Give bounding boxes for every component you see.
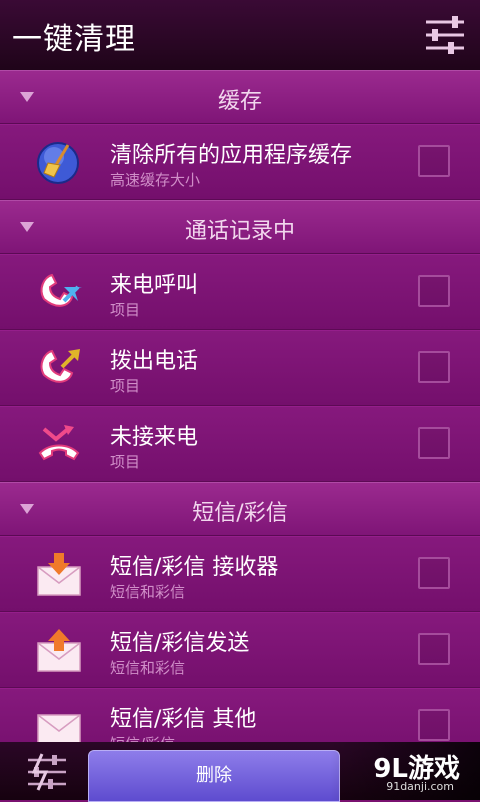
list-item-sms-sent[interactable]: 短信/彩信发送 短信和彩信	[0, 612, 480, 688]
watermark-url: 91danji.com	[386, 780, 454, 793]
item-subtitle: 高速缓存大小	[110, 171, 201, 189]
item-subtitle: 短信和彩信	[110, 659, 186, 677]
list-item-app-cache[interactable]: 清除所有的应用程序缓存 高速缓存大小	[0, 124, 480, 200]
list-item-outgoing-calls[interactable]: 拨出电话 项目	[0, 330, 480, 406]
item-checkbox[interactable]	[418, 709, 450, 741]
item-checkbox[interactable]	[418, 275, 450, 307]
list-item-missed-calls[interactable]: 未接来电 项目	[0, 406, 480, 482]
item-title: 短信/彩信发送	[110, 631, 250, 656]
page-title: 一键清理	[12, 22, 136, 57]
equalizer-settings-icon[interactable]	[422, 12, 468, 58]
item-subtitle: 项目	[110, 453, 141, 471]
item-checkbox[interactable]	[418, 633, 450, 665]
outgoing-call-icon	[40, 349, 80, 383]
broom-clean-icon	[37, 142, 79, 184]
section-header-call-log[interactable]: 通话记录中	[0, 200, 480, 254]
missed-call-icon	[38, 425, 80, 461]
delete-button[interactable]: 删除	[88, 750, 340, 802]
item-title: 拨出电话	[110, 349, 199, 374]
list-item-sms-inbox[interactable]: 短信/彩信 接收器 短信和彩信	[0, 536, 480, 612]
item-checkbox[interactable]	[418, 351, 450, 383]
section-header-cache[interactable]: 缓存	[0, 70, 480, 124]
sent-mail-icon	[37, 629, 81, 672]
item-checkbox[interactable]	[418, 427, 450, 459]
item-subtitle: 项目	[110, 301, 141, 319]
section-label: 缓存	[217, 89, 262, 114]
item-subtitle: 短信/彩信	[110, 733, 175, 742]
other-mail-icon	[37, 714, 81, 742]
cleanup-list: 缓存 清除所有的应用程序缓存 高速缓存大小 通话记录中 来电呼叫 项目 拨出电话…	[0, 70, 480, 742]
item-title: 未接来电	[110, 425, 199, 450]
item-title: 清除所有的应用程序缓存	[110, 143, 353, 168]
delete-button-label: 删除	[196, 765, 232, 786]
section-header-sms-mms[interactable]: 短信/彩信	[0, 482, 480, 536]
item-checkbox[interactable]	[418, 145, 450, 177]
incoming-call-icon	[40, 273, 82, 307]
inbox-mail-icon	[37, 553, 81, 596]
equalizer-settings-icon[interactable]	[22, 752, 72, 792]
title-bar: 一键清理	[0, 0, 480, 70]
item-title: 来电呼叫	[110, 273, 199, 298]
list-item-incoming-calls[interactable]: 来电呼叫 项目	[0, 254, 480, 330]
item-title: 短信/彩信 其他	[110, 707, 257, 732]
section-label: 短信/彩信	[192, 501, 288, 526]
item-subtitle: 项目	[110, 377, 141, 395]
item-checkbox[interactable]	[418, 557, 450, 589]
item-title: 短信/彩信 接收器	[110, 555, 279, 580]
item-subtitle: 短信和彩信	[110, 583, 186, 601]
list-item-sms-other[interactable]: 短信/彩信 其他 短信/彩信	[0, 688, 480, 742]
section-label: 通话记录中	[184, 219, 295, 244]
watermark: 9L游戏 91danji.com	[330, 742, 480, 800]
